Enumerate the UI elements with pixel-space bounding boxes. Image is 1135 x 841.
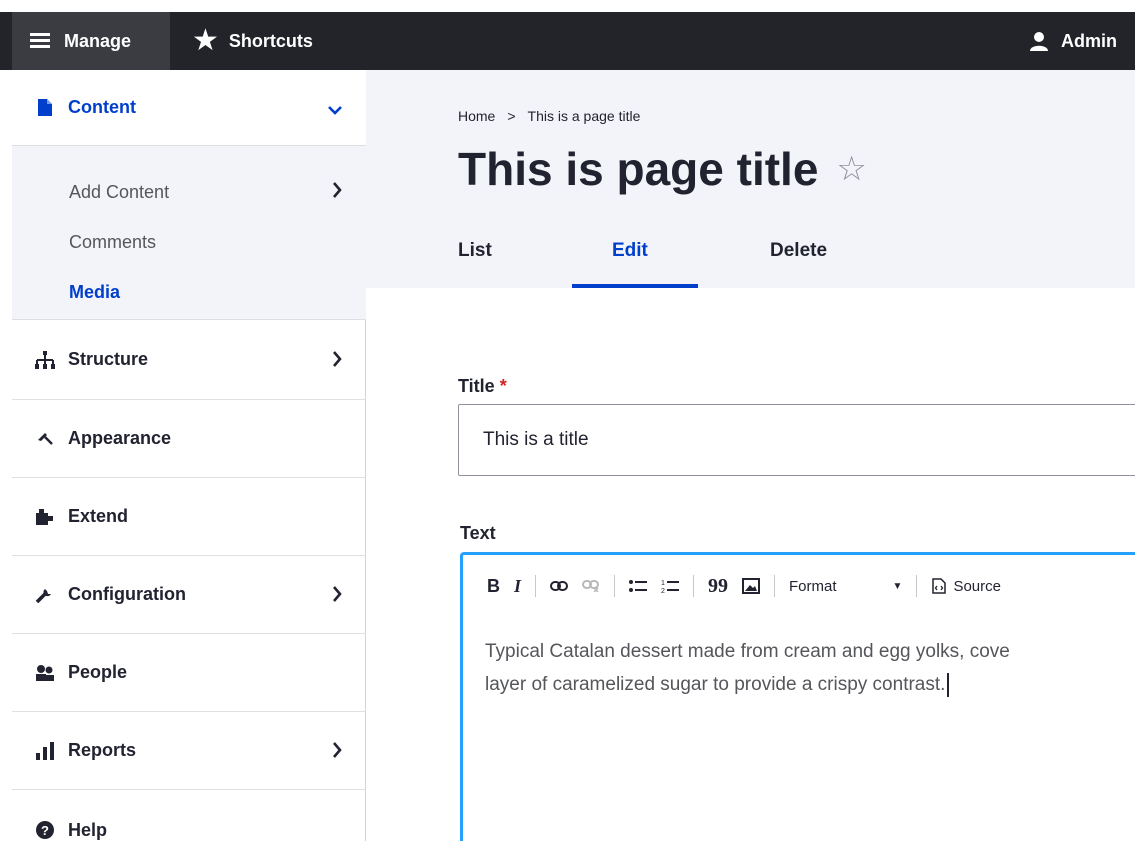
bulleted-list-icon[interactable]: [629, 579, 648, 593]
sidebar-item-label: Extend: [68, 506, 129, 526]
unlink-icon[interactable]: [582, 580, 600, 592]
text-cursor: [947, 672, 950, 697]
page-header: Home > This is a page title This is page t…: [366, 70, 1135, 288]
editor-content[interactable]: Typical Catalan dessert made from cream …: [485, 635, 1135, 701]
admin-toolbar: Manage ★ Shortcuts Admin: [0, 12, 1135, 70]
sidebar-item-extend[interactable]: Extend: [12, 478, 366, 556]
editor-toolbar: B I 12 99 Format ▼ Source: [463, 555, 1135, 617]
breadcrumb: Home > This is a page title: [458, 108, 640, 124]
image-icon[interactable]: [742, 578, 761, 594]
source-label: Source: [953, 577, 1001, 595]
italic-button[interactable]: I: [514, 576, 521, 597]
sidebar-item-people[interactable]: People: [12, 634, 366, 712]
question-icon: ?: [34, 821, 56, 839]
file-icon: [34, 99, 56, 116]
numbered-list-icon[interactable]: 12: [661, 578, 680, 594]
user-icon: [1030, 32, 1048, 51]
sitemap-icon: [34, 350, 56, 369]
sidebar-item-label: Appearance: [68, 428, 172, 448]
tab-edit[interactable]: Edit: [612, 240, 648, 288]
star-icon: ★: [192, 24, 219, 57]
source-button[interactable]: Source: [931, 578, 1001, 595]
page-title-text: This is page title: [458, 143, 819, 195]
bar-chart-icon: [34, 741, 56, 760]
sidebar-item-help[interactable]: ? Help: [12, 790, 366, 841]
sidebar-item-label: People: [68, 662, 128, 682]
title-field-label: Title *: [458, 376, 507, 397]
hamburger-icon: [30, 33, 50, 49]
admin-user-button[interactable]: Admin: [1029, 12, 1117, 70]
tab-list[interactable]: List: [458, 240, 492, 288]
sidebar-item-label: Help: [68, 819, 108, 840]
breadcrumb-home-link[interactable]: Home: [458, 108, 495, 124]
link-icon[interactable]: [550, 581, 569, 591]
required-marker: *: [499, 376, 507, 396]
title-label-text: Title: [458, 376, 495, 396]
svg-text:?: ?: [41, 823, 49, 838]
shortcuts-label: Shortcuts: [228, 30, 313, 51]
breadcrumb-current[interactable]: This is a page title: [528, 108, 641, 124]
chevron-right-icon: [332, 178, 342, 204]
people-icon: [34, 664, 56, 682]
toolbar-divider: [774, 575, 776, 597]
blockquote-button[interactable]: 99: [708, 575, 728, 598]
manage-label: Manage: [64, 30, 132, 51]
sidebar-item-label: Structure: [68, 349, 149, 369]
tab-delete[interactable]: Delete: [770, 240, 827, 288]
shortcuts-button[interactable]: ★ Shortcuts: [192, 12, 313, 70]
paintbrush-icon: [34, 431, 56, 447]
editor-text-line: layer of caramelized sugar to provide a …: [485, 668, 1135, 701]
title-input[interactable]: This is a title: [458, 404, 1135, 476]
svg-text:2: 2: [661, 588, 665, 594]
wrench-icon: [34, 586, 56, 604]
toolbar-divider: [693, 575, 695, 597]
text-field-label: Text: [460, 523, 496, 543]
sidebar-menu: Content Add Content Comments Media Struc…: [12, 70, 366, 841]
toolbar-divider: [614, 575, 616, 597]
star-outline-icon[interactable]: ☆: [836, 149, 866, 189]
chevron-right-icon: [332, 582, 342, 608]
puzzle-icon: [34, 508, 56, 526]
page-title: This is page title ☆: [458, 142, 867, 196]
submenu-item-media[interactable]: Media: [69, 282, 120, 303]
sidebar-item-label: Configuration: [68, 584, 186, 604]
sidebar-item-configuration[interactable]: Configuration: [12, 556, 366, 634]
sidebar-item-structure[interactable]: Structure: [12, 320, 366, 400]
sidebar-item-reports[interactable]: Reports: [12, 712, 366, 790]
caret-down-icon: ▼: [892, 580, 903, 592]
sidebar-item-label: Content: [68, 97, 136, 117]
submenu-item-comments[interactable]: Comments: [69, 232, 156, 253]
source-icon: [932, 578, 947, 594]
format-dropdown[interactable]: Format: [789, 578, 837, 595]
chevron-right-icon: [332, 738, 342, 764]
title-input-value: This is a title: [483, 429, 589, 450]
sidebar-item-appearance[interactable]: Appearance: [12, 400, 366, 478]
chevron-down-icon: [328, 95, 342, 121]
text-editor[interactable]: B I 12 99 Format ▼ Source Typical Catala…: [460, 552, 1135, 841]
bold-button[interactable]: B: [487, 576, 500, 597]
submenu-item-add-content[interactable]: Add Content: [69, 182, 169, 203]
content-submenu: Add Content Comments Media: [12, 146, 366, 320]
breadcrumb-separator: >: [507, 108, 516, 124]
admin-label: Admin: [1061, 30, 1117, 51]
toolbar-divider: [535, 575, 537, 597]
sidebar-item-content[interactable]: Content: [12, 70, 366, 146]
chevron-right-icon: [332, 347, 342, 373]
editor-text-line-2: layer of caramelized sugar to provide a …: [485, 674, 946, 695]
editor-text-line: Typical Catalan dessert made from cream …: [485, 641, 1010, 662]
svg-text:1: 1: [661, 580, 665, 587]
active-tab-indicator: [572, 284, 698, 288]
toolbar-divider: [916, 575, 918, 597]
manage-button[interactable]: Manage: [12, 12, 170, 70]
sidebar-item-label: Reports: [68, 740, 137, 760]
